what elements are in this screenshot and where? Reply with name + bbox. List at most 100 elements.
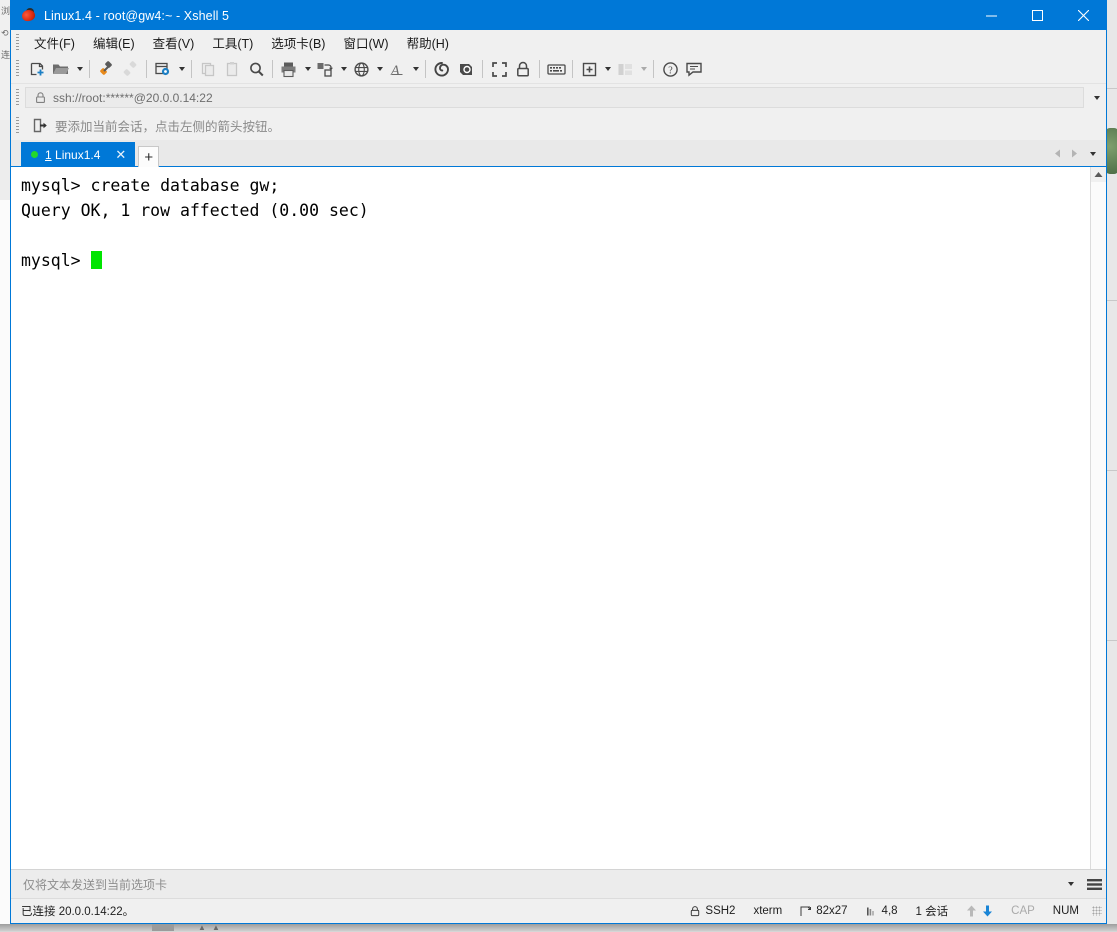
arrow-down-icon — [982, 905, 993, 917]
menu-tabs[interactable]: 选项卡(B) — [262, 30, 334, 55]
svg-text:A: A — [390, 63, 400, 78]
address-dropdown-button[interactable] — [1086, 87, 1106, 108]
terminal-cursor — [91, 251, 102, 269]
status-terminal-type[interactable]: xterm — [744, 905, 791, 917]
taskbar-sliver: ▲ ▲ — [0, 924, 1117, 931]
svg-text:?: ? — [668, 65, 673, 76]
toolbar: A — [11, 55, 1106, 84]
toolbar-separator — [89, 60, 90, 78]
add-session-icon[interactable] — [33, 118, 48, 133]
address-value: ssh://root:******@20.0.0.14:22 — [53, 91, 213, 105]
lock-icon[interactable] — [511, 57, 535, 81]
transfer-dropdown[interactable] — [337, 57, 349, 81]
tab-title: Linux1.4 — [55, 148, 100, 162]
keyboard-icon[interactable] — [544, 57, 568, 81]
disconnect-icon — [118, 57, 142, 81]
find-icon[interactable] — [244, 57, 268, 81]
menu-tools[interactable]: 工具(T) — [203, 30, 262, 55]
globe-icon[interactable] — [349, 57, 373, 81]
status-cap-lock: CAP — [1002, 905, 1044, 917]
toolbar-separator — [482, 60, 483, 78]
session-properties-dropdown[interactable] — [175, 57, 187, 81]
menu-view[interactable]: 查看(V) — [144, 30, 204, 55]
toolbar-separator — [653, 60, 654, 78]
menu-file[interactable]: 文件(F) — [25, 30, 84, 55]
print-dropdown[interactable] — [301, 57, 313, 81]
window-controls — [968, 1, 1106, 30]
terminal-output[interactable]: mysql> create database gw; Query OK, 1 r… — [11, 167, 1090, 869]
new-session-icon[interactable] — [25, 57, 49, 81]
print-icon[interactable] — [277, 57, 301, 81]
menu-edit[interactable]: 编辑(E) — [84, 30, 144, 55]
resize-icon — [800, 906, 811, 917]
status-protocol[interactable]: SSH2 — [681, 905, 744, 917]
hamburger-icon[interactable] — [1082, 871, 1106, 897]
scrollbar-track[interactable] — [1091, 182, 1106, 869]
tab-list-dropdown-icon[interactable] — [1082, 143, 1102, 165]
tab-bar: 1 Linux1.4 ✕ + — [11, 140, 1106, 167]
terminal-scrollbar[interactable] — [1090, 167, 1106, 869]
connect-icon[interactable] — [94, 57, 118, 81]
terminal-line-1: mysql> create database gw; — [21, 176, 279, 195]
terminal-prompt: mysql> — [21, 251, 91, 270]
xshell-icon — [21, 8, 37, 24]
status-cursor-position[interactable]: 4,8 — [857, 905, 907, 917]
toolbar-separator — [425, 60, 426, 78]
help-icon[interactable]: ? — [658, 57, 682, 81]
globe-dropdown[interactable] — [373, 57, 385, 81]
send-text-input[interactable]: 仅将文本发送到当前选项卡 — [23, 876, 1058, 893]
tab-bar-controls — [1050, 141, 1106, 166]
feedback-icon[interactable] — [682, 57, 706, 81]
size-label: 82x27 — [816, 905, 847, 917]
font-dropdown[interactable] — [409, 57, 421, 81]
sftp-icon[interactable] — [430, 57, 454, 81]
menu-help[interactable]: 帮助(H) — [398, 30, 458, 55]
copy-icon — [196, 57, 220, 81]
terminal-line-2: Query OK, 1 row affected (0.00 sec) — [21, 201, 369, 220]
sessions-label: 1 会话 — [916, 903, 949, 919]
title-bar: Linux1.4 - root@gw4:~ - Xshell 5 — [11, 1, 1106, 30]
hint-bar: 要添加当前会话，点击左侧的箭头按钮。 — [11, 111, 1106, 140]
vnc-icon[interactable] — [454, 57, 478, 81]
send-target-dropdown[interactable] — [1058, 871, 1082, 897]
hint-text: 要添加当前会话，点击左侧的箭头按钮。 — [55, 116, 280, 135]
resize-grip[interactable] — [1092, 906, 1102, 916]
tab-scroll-left-icon[interactable] — [1050, 143, 1066, 165]
transfer-icon[interactable] — [313, 57, 337, 81]
desktop-background: 浏 ⟲连 Linux1.4 - root@gw4:~ - Xshell 5 — [0, 0, 1117, 931]
tab-close-icon[interactable]: ✕ — [112, 148, 129, 161]
lock-icon — [690, 906, 700, 917]
new-tab-button[interactable]: + — [138, 146, 159, 167]
open-folder-icon[interactable] — [49, 57, 73, 81]
maximize-button[interactable] — [1014, 1, 1060, 30]
status-size[interactable]: 82x27 — [791, 905, 856, 917]
menu-window[interactable]: 窗口(W) — [334, 30, 397, 55]
font-icon[interactable]: A — [385, 57, 409, 81]
scroll-up-button[interactable] — [1091, 167, 1106, 182]
session-properties-icon[interactable] — [151, 57, 175, 81]
window-title: Linux1.4 - root@gw4:~ - Xshell 5 — [44, 9, 229, 23]
tab-linux14[interactable]: 1 Linux1.4 ✕ — [21, 142, 135, 167]
cursor-icon — [866, 906, 877, 917]
menu-bar: 文件(F) 编辑(E) 查看(V) 工具(T) 选项卡(B) 窗口(W) 帮助(… — [11, 30, 1106, 55]
status-transfer — [957, 905, 1002, 917]
terminal-type-label: xterm — [753, 905, 782, 917]
paste-icon — [220, 57, 244, 81]
compose-icon[interactable] — [577, 57, 601, 81]
tab-status-indicator — [31, 151, 38, 158]
compose-dropdown[interactable] — [601, 57, 613, 81]
open-folder-dropdown[interactable] — [73, 57, 85, 81]
close-button[interactable] — [1060, 1, 1106, 30]
lock-icon — [35, 92, 46, 104]
toolbar-separator — [572, 60, 573, 78]
xshell-main-window: Linux1.4 - root@gw4:~ - Xshell 5 文件(F) 编… — [10, 0, 1107, 924]
fullscreen-icon[interactable] — [487, 57, 511, 81]
tab-scroll-right-icon[interactable] — [1066, 143, 1082, 165]
address-input[interactable]: ssh://root:******@20.0.0.14:22 — [25, 87, 1084, 108]
connection-status: 已连接 20.0.0.14:22。 — [21, 903, 681, 919]
layout-dropdown — [637, 57, 649, 81]
layout-icon — [613, 57, 637, 81]
status-num-lock: NUM — [1044, 905, 1088, 917]
minimize-button[interactable] — [968, 1, 1014, 30]
status-sessions[interactable]: 1 会话 — [907, 903, 958, 919]
